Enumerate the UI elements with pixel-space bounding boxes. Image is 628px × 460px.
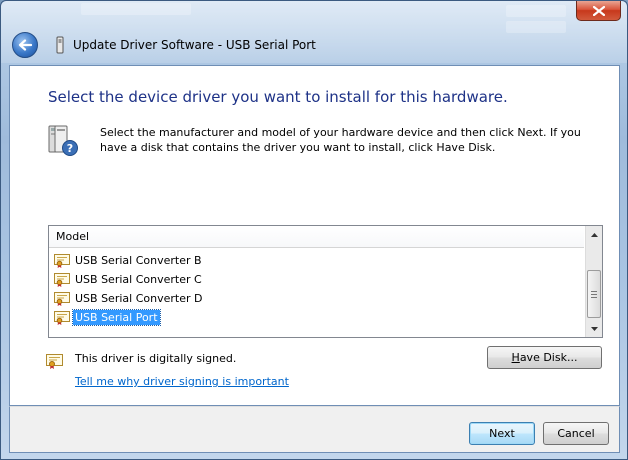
certificate-icon — [54, 253, 70, 268]
model-column-header[interactable]: Model — [49, 226, 584, 248]
close-icon — [592, 5, 605, 16]
certificate-icon — [46, 354, 63, 369]
model-list-item[interactable]: USB Serial Converter C — [49, 270, 584, 289]
have-disk-accelerator: H — [511, 351, 520, 364]
cancel-button[interactable]: Cancel — [543, 422, 609, 445]
certificate-icon — [54, 291, 70, 306]
vertical-scrollbar[interactable] — [585, 226, 602, 337]
scroll-thumb[interactable] — [587, 270, 601, 318]
certificate-icon — [54, 272, 70, 287]
background-blur — [81, 3, 191, 15]
signing-status: This driver is digitally signed. — [75, 352, 237, 365]
model-list-item[interactable]: USB Serial Converter D — [49, 289, 584, 308]
certificate-icon — [54, 310, 70, 325]
background-blur — [506, 5, 566, 17]
model-list-item[interactable]: USB Serial Port — [49, 308, 584, 327]
grip-icon — [591, 290, 597, 298]
window-title: Update Driver Software - USB Serial Port — [73, 38, 316, 52]
usb-device-icon — [56, 36, 64, 54]
have-disk-button[interactable]: Have Disk... — [487, 346, 602, 369]
scroll-down-button[interactable] — [586, 320, 602, 337]
model-list-item-label: USB Serial Converter D — [75, 292, 203, 305]
window-frame: Update Driver Software - USB Serial Port… — [0, 0, 628, 460]
back-arrow-icon — [18, 39, 32, 51]
have-disk-label: ave Disk... — [519, 351, 578, 364]
scroll-up-button[interactable] — [586, 226, 602, 243]
back-button[interactable] — [12, 32, 38, 58]
model-list-item-label: USB Serial Port — [72, 309, 161, 326]
arrow-down-icon — [590, 326, 598, 331]
model-list: USB Serial Converter B USB Serial Convert… — [49, 251, 584, 327]
model-list-item[interactable]: USB Serial Converter B — [49, 251, 584, 270]
driver-signing-link[interactable]: Tell me why driver signing is important — [75, 375, 289, 388]
title-bar: Update Driver Software - USB Serial Port — [9, 29, 619, 61]
dialog-content: Select the device driver you want to ins… — [9, 65, 620, 406]
model-list-item-label: USB Serial Converter B — [75, 254, 202, 267]
instruction-text: Select the manufacturer and model of you… — [100, 126, 581, 154]
hardware-help-icon: ? — [48, 125, 78, 156]
close-button[interactable] — [576, 1, 621, 21]
next-button[interactable]: Next — [469, 422, 535, 445]
page-heading: Select the device driver you want to ins… — [48, 88, 508, 106]
command-area: Next Cancel — [9, 406, 620, 453]
model-listbox[interactable]: Model USB Serial Converter B USB Serial C… — [48, 225, 603, 338]
arrow-up-icon — [590, 232, 598, 237]
model-list-item-label: USB Serial Converter C — [75, 273, 202, 286]
svg-text:?: ? — [67, 142, 73, 155]
